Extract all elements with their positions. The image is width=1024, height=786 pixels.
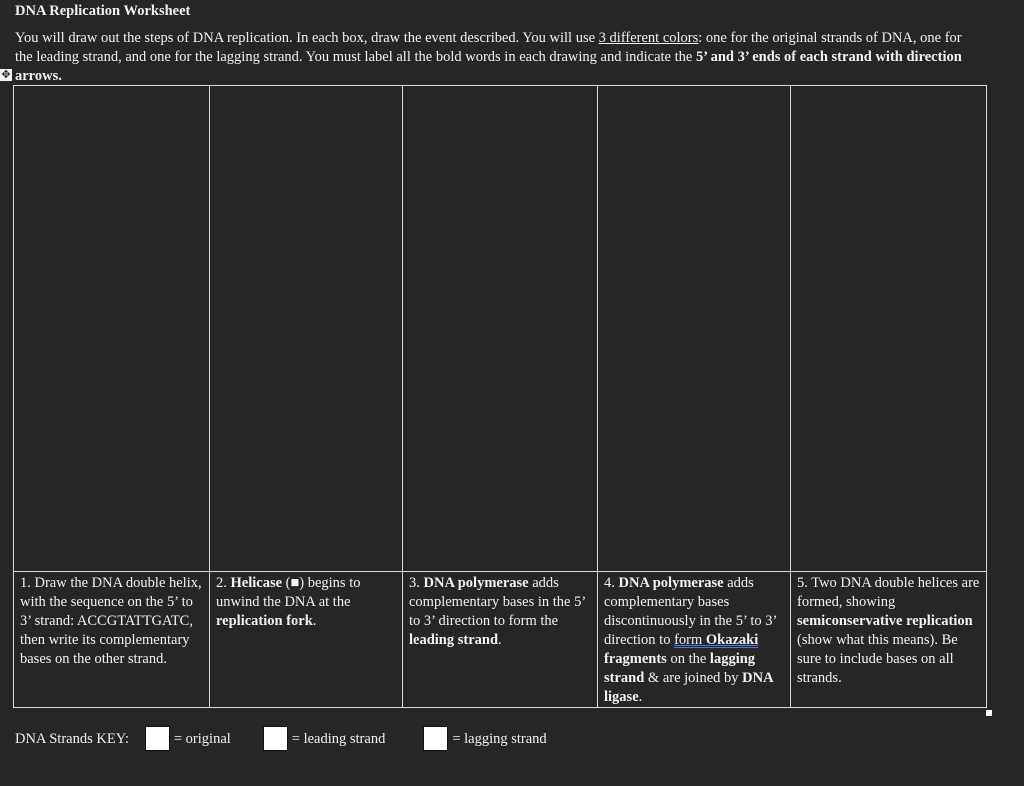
color-swatch-leading[interactable] — [262, 726, 288, 751]
drawing-box-2[interactable] — [209, 85, 403, 572]
step-description-4: 4. DNA polymerase adds complementary bas… — [597, 571, 791, 708]
step-number: 2. — [216, 575, 227, 591]
color-swatch-lagging[interactable] — [423, 726, 449, 751]
key-item-label: = original — [173, 730, 231, 747]
key-item-label: = lagging strand — [452, 730, 547, 747]
instructions-underlined: 3 different colors — [598, 30, 699, 46]
drawing-box-1[interactable] — [13, 85, 210, 572]
strand-key: DNA Strands KEY: = original = leading st… — [15, 726, 579, 751]
step-number: 4. — [604, 575, 615, 591]
step-key-term: DNA polymerase — [423, 575, 529, 591]
instructions-part3: . — [58, 68, 62, 84]
step-text: . — [638, 689, 643, 705]
step-description-1: 1. Draw the DNA double helix, with the s… — [13, 571, 210, 708]
step-description-5: 5. Two DNA double helices are formed, sh… — [790, 571, 987, 708]
drawing-row — [13, 85, 987, 572]
step-text: form — [674, 632, 706, 648]
worksheet-table: 1. Draw the DNA double helix, with the s… — [13, 85, 987, 708]
key-label: DNA Strands KEY: — [15, 730, 129, 747]
step-key-term: Okazaki — [705, 632, 759, 648]
table-resize-handle[interactable] — [986, 710, 992, 716]
key-item-label: = leading strand — [291, 730, 386, 747]
instructions: You will draw out the steps of DNA repli… — [15, 29, 975, 86]
step-description-2: 2. Helicase (■) begins to unwind the DNA… — [209, 571, 403, 708]
step-key-term: DNA polymerase — [618, 575, 724, 591]
step-number: 3. — [409, 575, 420, 591]
worksheet-title: DNA Replication Worksheet — [15, 3, 191, 19]
step-text: (show what this means). Be sure to inclu… — [797, 632, 958, 686]
step-number: 1. — [20, 575, 31, 591]
key-item-original: = original — [144, 726, 231, 751]
step-text: . — [498, 632, 502, 648]
step-text: on the — [666, 651, 710, 667]
step-key-term: replication fork — [216, 613, 313, 629]
drawing-box-4[interactable] — [597, 85, 791, 572]
step-key-term: Helicase — [230, 575, 283, 591]
step-key-term: semiconservative replication — [797, 613, 973, 629]
step-key-term: fragments — [604, 651, 667, 667]
description-row: 1. Draw the DNA double helix, with the s… — [13, 571, 987, 708]
step-description-3: 3. DNA polymerase adds complementary bas… — [402, 571, 598, 708]
step-text: & are joined by — [644, 670, 743, 686]
table-move-handle-icon[interactable]: ✥ — [0, 69, 12, 81]
step-text: Draw the DNA double helix, with the sequ… — [20, 575, 202, 667]
drawing-box-3[interactable] — [402, 85, 598, 572]
step-text: . — [312, 613, 317, 629]
step-number: 5. — [797, 575, 808, 591]
key-item-leading: = leading strand — [262, 726, 386, 751]
key-item-lagging: = lagging strand — [423, 726, 547, 751]
step-key-term: leading strand — [409, 632, 499, 648]
instructions-part1: You will draw out the steps of DNA repli… — [15, 30, 599, 46]
color-swatch-original[interactable] — [144, 726, 170, 751]
step-text: Two DNA double helices are formed, showi… — [797, 575, 980, 610]
drawing-box-5[interactable] — [790, 85, 987, 572]
